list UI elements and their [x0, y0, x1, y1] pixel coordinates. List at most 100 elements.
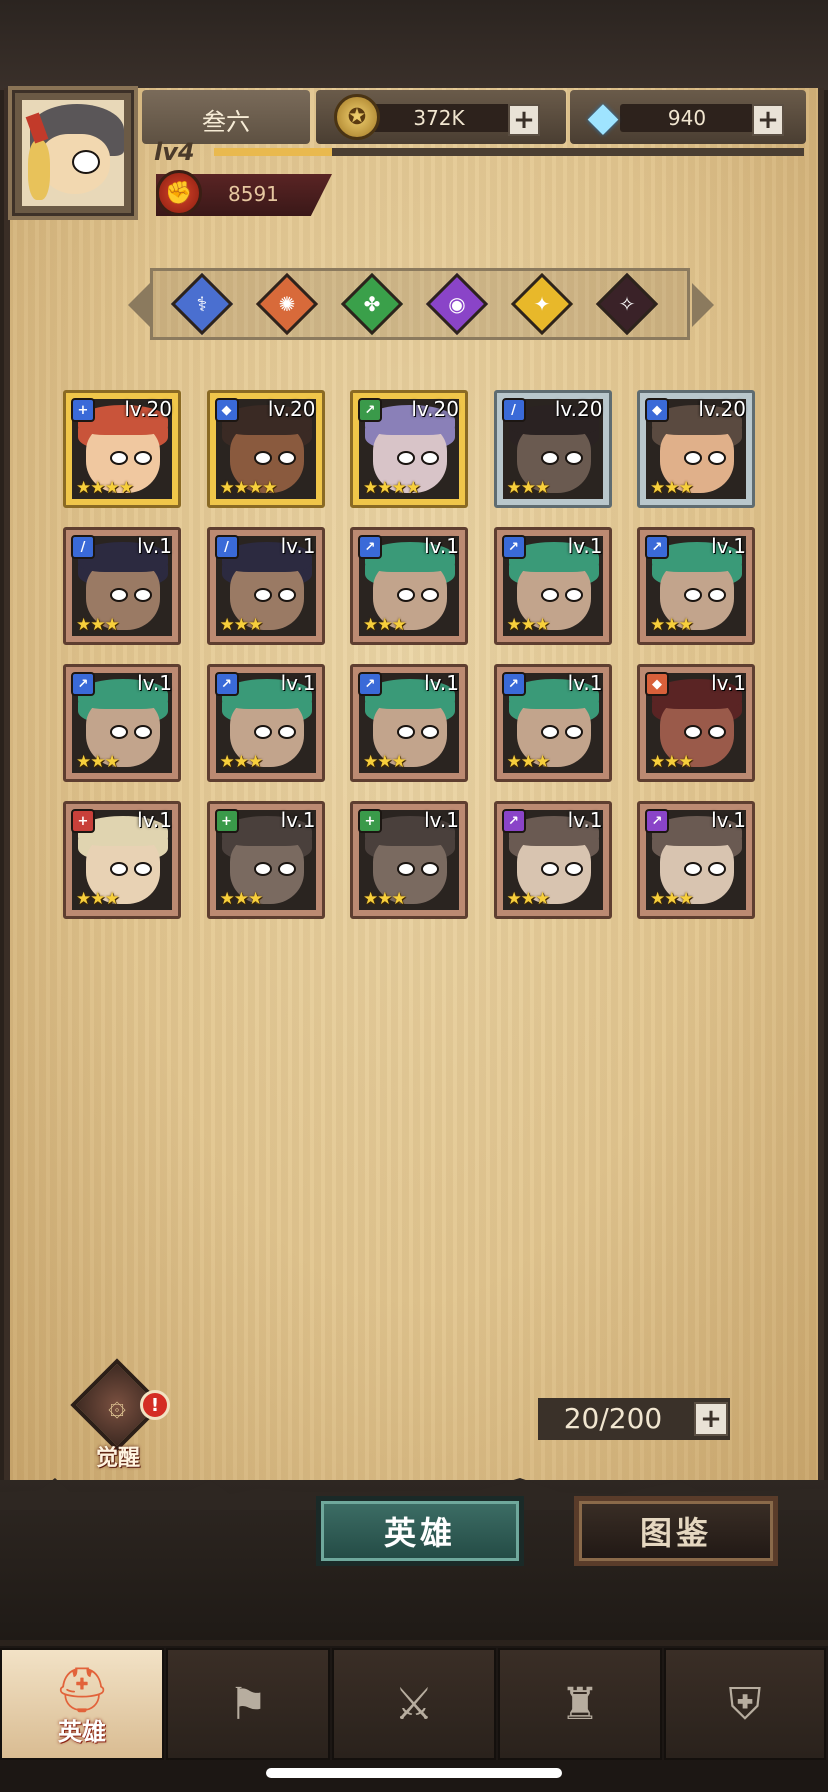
diamond-icon: ◆ — [587, 94, 619, 140]
class-glyph: ✦ — [533, 292, 551, 316]
class-badge-icon: + — [214, 809, 239, 833]
class-badge-icon: ↗ — [358, 398, 382, 422]
hero-stars: ★★★ — [363, 615, 407, 635]
hero-card[interactable]: ◆ lv.20 ★★★ — [637, 390, 755, 508]
hero-card[interactable]: ↗ lv.1 ★★★ — [63, 664, 181, 782]
hero-level: lv.20 — [554, 397, 603, 421]
nav-battle[interactable]: ⚔ — [332, 1648, 496, 1760]
nav-guild[interactable]: ⛨ — [664, 1648, 826, 1760]
hero-level: lv.1 — [137, 671, 172, 695]
hero-card[interactable]: ↗ lv.1 ★★★ — [493, 664, 612, 782]
add-diamond-button[interactable]: + — [752, 104, 784, 136]
top-band — [0, 0, 828, 90]
nav-label: 英雄 — [58, 1717, 106, 1746]
class-glyph: ✤ — [363, 292, 381, 316]
hero-level: lv.1 — [280, 534, 316, 558]
hero-card[interactable]: + lv.1 ★★★ — [206, 801, 325, 919]
home-indicator — [266, 1768, 562, 1778]
hero-card[interactable]: / lv.1 ★★★ — [63, 527, 181, 645]
hero-stars: ★★★ — [506, 889, 551, 909]
nav-castle-icon: ♜ — [560, 1678, 600, 1730]
hero-card[interactable]: ↗ lv.1 ★★★ — [206, 664, 325, 782]
hero-level: lv.1 — [424, 808, 459, 832]
hero-stars: ★★★ — [76, 752, 120, 772]
filter-dark-icon[interactable]: ✧ — [595, 272, 659, 336]
filter-green-icon[interactable]: ✤ — [340, 272, 404, 336]
class-badge-icon: ↗ — [645, 535, 669, 559]
hero-card[interactable]: + lv.1 ★★★ — [350, 801, 468, 919]
player-name-plate: 叁六 — [142, 90, 310, 144]
hero-level: lv.1 — [280, 671, 316, 695]
hero-level: lv.1 — [424, 671, 459, 695]
gold-value: 372K — [413, 106, 465, 130]
filter-purple-icon[interactable]: ◉ — [425, 272, 489, 336]
hero-level: lv.1 — [711, 671, 746, 695]
filter-right-arrow-icon[interactable] — [692, 283, 714, 327]
filter-blue-icon[interactable]: ⚕ — [170, 272, 234, 336]
hero-stars: ★★★ — [506, 615, 551, 635]
filter-left-arrow-icon[interactable] — [128, 283, 150, 327]
nav-heroes-icon: ⛑ — [54, 1664, 110, 1716]
nav-battle-icon: ⚔ — [394, 1678, 434, 1730]
add-gold-button[interactable]: + — [508, 104, 540, 136]
expand-capacity-button[interactable]: + — [694, 1402, 728, 1436]
hero-card[interactable]: ◆ lv.20 ★★★★ — [206, 390, 325, 508]
player-avatar[interactable] — [8, 86, 138, 220]
hero-stars: ★★★★ — [363, 478, 421, 498]
class-badge-icon: ◆ — [645, 672, 669, 696]
class-badge-icon: / — [214, 535, 239, 559]
hero-stars: ★★★ — [76, 615, 120, 635]
gold-coin-icon: ✪ — [334, 94, 380, 140]
nav-heroes[interactable]: ⛑ 英雄 — [0, 1648, 164, 1760]
avatar-portrait — [22, 100, 124, 206]
hero-stars: ★★★★ — [76, 478, 134, 498]
class-badge-icon: ↗ — [214, 672, 239, 696]
hero-stars: ★★★ — [219, 615, 264, 635]
nav-castle[interactable]: ♜ — [498, 1648, 662, 1760]
class-badge-icon: ◆ — [645, 398, 669, 422]
hero-stars: ★★★ — [76, 889, 120, 909]
hero-stars: ★★★ — [650, 752, 694, 772]
hero-card[interactable]: + lv.20 ★★★★ — [63, 390, 181, 508]
hero-level: lv.1 — [567, 671, 603, 695]
hero-card[interactable]: ↗ lv.1 ★★★ — [637, 527, 755, 645]
xp-bar-fill — [214, 148, 332, 156]
hero-card[interactable]: ↗ lv.1 ★★★ — [637, 801, 755, 919]
hero-card[interactable]: / lv.20 ★★★ — [493, 390, 612, 508]
hero-card[interactable]: ◆ lv.1 ★★★ — [637, 664, 755, 782]
xp-bar — [214, 148, 804, 156]
filter-orange-icon[interactable]: ✺ — [255, 272, 319, 336]
class-badge-icon: ↗ — [645, 809, 669, 833]
hero-card[interactable]: ↗ lv.1 ★★★ — [350, 664, 468, 782]
nav-expedition[interactable]: ⚑ — [166, 1648, 330, 1760]
hero-card[interactable]: / lv.1 ★★★ — [206, 527, 325, 645]
class-badge-icon: ↗ — [501, 672, 526, 696]
class-badge-icon: ↗ — [358, 672, 382, 696]
hero-stars: ★★★ — [506, 478, 551, 498]
hero-level: lv.20 — [124, 397, 172, 421]
power-value: 8591 — [228, 182, 279, 206]
hero-stars: ★★★ — [363, 752, 407, 772]
hero-card[interactable]: ↗ lv.1 ★★★ — [493, 527, 612, 645]
hero-card[interactable]: ↗ lv.1 ★★★ — [350, 527, 468, 645]
tab-heroes[interactable]: 英雄 — [316, 1496, 524, 1566]
hero-level: lv.1 — [567, 808, 603, 832]
hero-level: lv.20 — [267, 397, 316, 421]
capacity-value: 20/200 — [563, 1402, 663, 1435]
class-badge-icon: / — [501, 398, 526, 422]
hero-stars: ★★★★ — [219, 478, 278, 498]
hero-card[interactable]: ↗ lv.20 ★★★★ — [350, 390, 468, 508]
awaken-label: 觉醒 — [95, 1446, 140, 1471]
class-glyph: ⚕ — [196, 292, 208, 316]
tab-codex[interactable]: 图鉴 — [574, 1496, 778, 1566]
hero-level: lv.1 — [567, 534, 603, 558]
hero-stars: ★★★ — [650, 478, 694, 498]
hero-card[interactable]: + lv.1 ★★★ — [63, 801, 181, 919]
nav-expedition-icon: ⚑ — [228, 1678, 268, 1730]
hero-stars: ★★★ — [650, 615, 694, 635]
class-badge-icon: ↗ — [501, 535, 526, 559]
filter-yellow-icon[interactable]: ✦ — [510, 272, 574, 336]
hero-level: lv.1 — [711, 534, 746, 558]
hero-level: lv.1 — [711, 808, 746, 832]
hero-card[interactable]: ↗ lv.1 ★★★ — [493, 801, 612, 919]
